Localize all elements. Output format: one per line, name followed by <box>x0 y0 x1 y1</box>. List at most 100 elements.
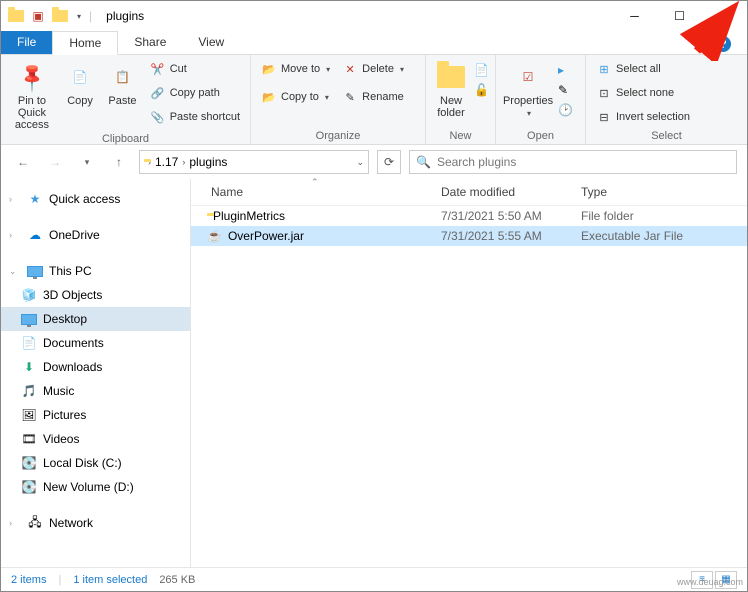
videos-icon: 🎞 <box>21 431 37 447</box>
edit-icon[interactable]: ✎ <box>558 83 573 97</box>
search-icon: 🔍 <box>416 155 431 169</box>
copy-to-button[interactable]: 📂Copy to▾ <box>257 87 334 107</box>
rename-icon: ✎ <box>342 89 358 105</box>
breadcrumb-part[interactable]: 1.17 <box>155 155 178 169</box>
back-button[interactable]: ← <box>11 150 35 174</box>
status-item-count: 2 items <box>11 574 46 586</box>
sidebar-item-3d-objects[interactable]: 🧊3D Objects <box>1 283 190 307</box>
invert-selection-button[interactable]: ⊟Invert selection <box>592 107 694 127</box>
copy-icon: 📄 <box>64 61 96 93</box>
move-to-icon: 📂 <box>261 61 277 77</box>
folder-qat-icon[interactable] <box>51 7 69 25</box>
properties-icon: ☑ <box>512 61 544 93</box>
delete-button[interactable]: ✕Delete▾ <box>338 59 408 79</box>
watermark: www.deuag.com <box>677 577 743 587</box>
network-icon: 🖧 <box>27 515 43 531</box>
properties-qat-icon[interactable]: ▣ <box>29 7 47 25</box>
group-label-organize: Organize <box>257 130 419 142</box>
recent-locations-button[interactable]: ▾ <box>75 150 99 174</box>
sidebar-item-music[interactable]: 🎵Music <box>1 379 190 403</box>
move-to-button[interactable]: 📂Move to▾ <box>257 59 334 79</box>
copy-path-icon: 🔗 <box>150 85 166 101</box>
tab-file[interactable]: File <box>1 31 52 54</box>
sidebar-item-network[interactable]: ›🖧Network <box>1 511 190 535</box>
sidebar-item-downloads[interactable]: ⬇Downloads <box>1 355 190 379</box>
sidebar-item-quick-access[interactable]: ›★Quick access <box>1 187 190 211</box>
tab-view[interactable]: View <box>182 31 240 54</box>
desktop-icon <box>21 311 37 327</box>
sidebar-item-videos[interactable]: 🎞Videos <box>1 427 190 451</box>
paste-shortcut-button[interactable]: 📎Paste shortcut <box>146 107 244 127</box>
3d-objects-icon: 🧊 <box>21 287 37 303</box>
group-label-open: Open <box>502 130 579 142</box>
sidebar-item-desktop[interactable]: Desktop <box>1 307 190 331</box>
column-type[interactable]: Type <box>581 185 711 199</box>
history-icon[interactable]: 🕑 <box>558 103 573 117</box>
sidebar-item-documents[interactable]: 📄Documents <box>1 331 190 355</box>
new-item-icon[interactable]: 📄 <box>474 63 489 77</box>
easy-access-icon[interactable]: 🔓 <box>474 83 489 97</box>
sidebar-item-local-disk-c[interactable]: 💽Local Disk (C:) <box>1 451 190 475</box>
table-row[interactable]: ☕OverPower.jar 7/31/2021 5:55 AM Executa… <box>191 226 747 246</box>
group-label-clipboard: Clipboard <box>7 133 244 145</box>
sidebar-item-new-volume-d[interactable]: 💽New Volume (D:) <box>1 475 190 499</box>
group-label-new: New <box>432 130 489 142</box>
new-folder-button[interactable]: New folder <box>432 59 470 121</box>
ribbon: 📌 Pin to Quick access 📄 Copy 📋 Paste ✂️C… <box>1 55 747 145</box>
table-row[interactable]: PluginMetrics 7/31/2021 5:50 AM File fol… <box>191 206 747 226</box>
sidebar-item-pictures[interactable]: 🖼Pictures <box>1 403 190 427</box>
open-icon[interactable]: ▸ <box>558 63 573 77</box>
forward-button[interactable]: → <box>43 150 67 174</box>
pictures-icon: 🖼 <box>21 407 37 423</box>
breadcrumb[interactable]: › 1.17 › plugins ⌄ <box>139 150 369 174</box>
delete-icon: ✕ <box>342 61 358 77</box>
status-bar: 2 items | 1 item selected 265 KB ≡ ▦ <box>1 567 747 591</box>
drive-icon: 💽 <box>21 455 37 471</box>
downloads-icon: ⬇ <box>21 359 37 375</box>
minimize-button[interactable]: ─ <box>612 1 657 31</box>
maximize-button[interactable]: ☐ <box>657 1 702 31</box>
pin-icon: 📌 <box>9 54 54 99</box>
paste-button[interactable]: 📋 Paste <box>103 59 141 109</box>
select-none-icon: ⊡ <box>596 85 612 101</box>
paste-icon: 📋 <box>106 61 138 93</box>
search-input[interactable]: 🔍 Search plugins <box>409 150 737 174</box>
ribbon-tabs: File Home Share View ? <box>1 31 747 55</box>
navigation-pane: ›★Quick access ›☁OneDrive ⌄This PC 🧊3D O… <box>1 179 191 567</box>
star-icon: ★ <box>27 191 43 207</box>
help-icon[interactable]: ? <box>715 36 731 52</box>
copy-path-button[interactable]: 🔗Copy path <box>146 83 244 103</box>
tab-home[interactable]: Home <box>52 31 118 55</box>
content-area: ›★Quick access ›☁OneDrive ⌄This PC 🧊3D O… <box>1 179 747 567</box>
invert-selection-icon: ⊟ <box>596 109 612 125</box>
tab-share[interactable]: Share <box>118 31 182 54</box>
select-all-button[interactable]: ⊞Select all <box>592 59 694 79</box>
refresh-button[interactable]: ⟳ <box>377 150 401 174</box>
rename-button[interactable]: ✎Rename <box>338 87 408 107</box>
column-date[interactable]: Date modified <box>441 185 581 199</box>
sidebar-item-this-pc[interactable]: ⌄This PC <box>1 259 190 283</box>
breadcrumb-part[interactable]: plugins <box>189 155 227 169</box>
address-bar-row: ← → ▾ ↑ › 1.17 › plugins ⌄ ⟳ 🔍 Search pl… <box>1 145 747 179</box>
paste-shortcut-icon: 📎 <box>150 109 166 125</box>
cut-icon: ✂️ <box>150 61 166 77</box>
new-folder-icon <box>435 61 467 93</box>
sort-caret-icon: ⌃ <box>311 177 319 188</box>
select-all-icon: ⊞ <box>596 61 612 77</box>
qat-dropdown-icon[interactable]: ▾ <box>77 12 81 21</box>
pin-to-quick-access-button[interactable]: 📌 Pin to Quick access <box>7 59 57 133</box>
sidebar-item-onedrive[interactable]: ›☁OneDrive <box>1 223 190 247</box>
select-none-button[interactable]: ⊡Select none <box>592 83 694 103</box>
cut-button[interactable]: ✂️Cut <box>146 59 244 79</box>
drive-icon: 💽 <box>21 479 37 495</box>
close-button[interactable]: ✕ <box>702 1 747 31</box>
copy-button[interactable]: 📄 Copy <box>61 59 99 109</box>
up-button[interactable]: ↑ <box>107 150 131 174</box>
group-label-select: Select <box>592 130 741 142</box>
status-selected: 1 item selected <box>73 574 147 586</box>
properties-button[interactable]: ☑ Properties ▾ <box>502 59 554 120</box>
documents-icon: 📄 <box>21 335 37 351</box>
jar-icon: ☕ <box>207 229 222 243</box>
copy-to-icon: 📂 <box>261 89 277 105</box>
onedrive-icon: ☁ <box>27 227 43 243</box>
